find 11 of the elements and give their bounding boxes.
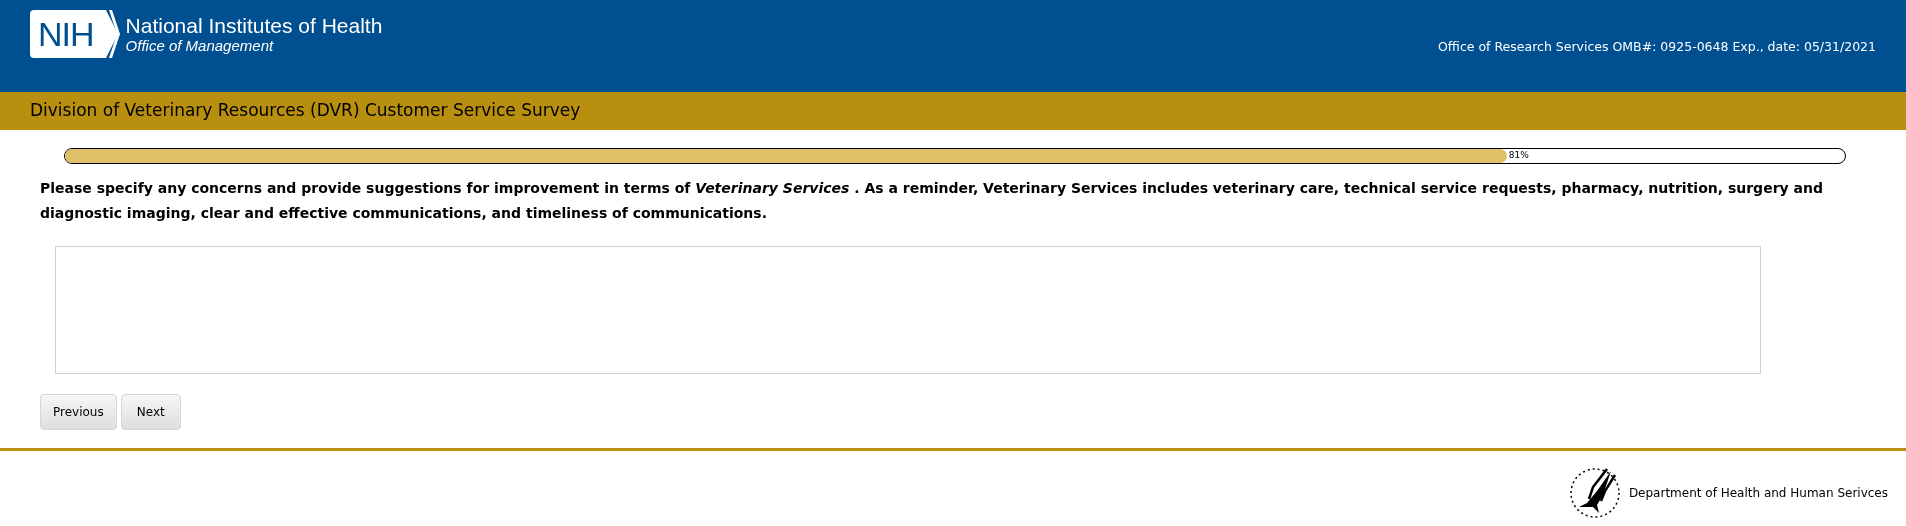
progress-reading: 81% <box>1508 149 1529 163</box>
nav-button[interactable]: Previous <box>40 394 117 430</box>
omb-notice: Office of Research Services OMB#: 0925-0648 Exp., date: 05/31/2021 <box>1438 38 1876 56</box>
logo-mark: NIH <box>38 17 94 51</box>
site-subtitle: Office of Management <box>125 38 275 54</box>
answer-box[interactable] <box>55 246 1761 374</box>
site-title: National Institutes of Health <box>125 14 383 38</box>
question-text: Please specify any concerns and provide suggestions for improvement in terms of Veterinary Services . As a reminder, Veterinary Services includes veterinary care, technical service requests, pharmacy, nutrition, surgery and diagnostic imaging, clear and effective communications, and timeliness of communications. <box>40 179 1824 223</box>
department-name: Department of Health and Human Serivces <box>1628 485 1888 502</box>
nav-button[interactable]: Next <box>120 394 181 430</box>
survey-title: Division of Veterinary Resources (DVR) Customer Service Survey <box>30 99 581 123</box>
